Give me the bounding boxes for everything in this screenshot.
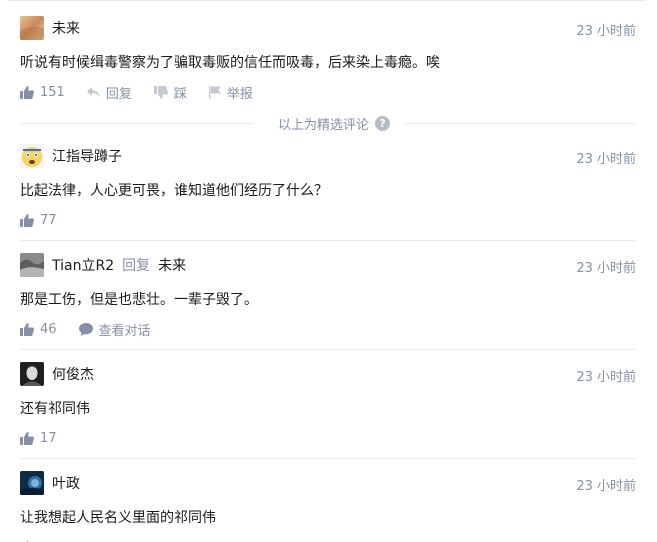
avatar[interactable] xyxy=(20,362,44,386)
like-button[interactable]: 46 xyxy=(20,322,57,337)
timestamp: 23 小时前 xyxy=(576,152,636,167)
timestamp: 23 小时前 xyxy=(576,24,636,39)
comment-divider xyxy=(20,349,636,350)
view-conversation-label: 查看对话 xyxy=(98,323,151,339)
reply-label: 回复 xyxy=(105,86,132,102)
comment-text: 比起法律，人心更可畏，谁知道他们经历了什么？ xyxy=(20,183,328,199)
flag-icon xyxy=(208,85,221,99)
author-name[interactable]: Tian立R2 xyxy=(52,255,114,275)
like-count: 46 xyxy=(40,321,57,337)
reply-arrow-icon xyxy=(86,86,100,98)
like-button[interactable]: 17 xyxy=(20,431,57,446)
dislike-button[interactable]: 踩 xyxy=(153,83,187,102)
timestamp: 23 小时前 xyxy=(576,479,636,494)
avatar[interactable] xyxy=(20,144,44,168)
comment-list: 未来 23 小时前 听说有时候缉毒警察为了骗取毒贩的信任而吸毒，后来染上毒瘾。唉… xyxy=(0,0,657,542)
comment-text: 还有祁同伟 xyxy=(20,401,90,417)
like-count: 17 xyxy=(40,430,57,446)
like-count: 151 xyxy=(40,84,65,100)
timestamp: 23 小时前 xyxy=(576,261,636,276)
reply-indicator: 回复 xyxy=(122,258,151,274)
avatar[interactable] xyxy=(20,253,44,277)
author-name[interactable]: 未来 xyxy=(52,18,80,38)
chat-bubble-icon xyxy=(78,322,93,336)
author-name[interactable]: 叶政 xyxy=(52,473,80,493)
thumb-down-icon xyxy=(153,85,168,99)
timestamp: 23 小时前 xyxy=(576,370,636,385)
help-icon[interactable]: ? xyxy=(375,116,391,131)
report-label: 举报 xyxy=(226,86,253,102)
avatar[interactable] xyxy=(20,471,44,495)
comment-divider xyxy=(20,458,636,459)
author-name[interactable]: 江指导蹲子 xyxy=(52,146,122,166)
author-name[interactable]: 何俊杰 xyxy=(52,364,94,384)
report-button[interactable]: 举报 xyxy=(208,83,253,102)
avatar[interactable] xyxy=(20,16,44,40)
comment-text: 让我想起人民名义里面的祁同伟 xyxy=(20,510,216,526)
featured-comments-divider: 以上为精选评论 ? xyxy=(20,113,636,133)
divider-line-left xyxy=(20,123,253,124)
dislike-label: 踩 xyxy=(173,86,187,102)
comment-divider xyxy=(20,240,636,241)
thumb-up-icon xyxy=(20,85,34,99)
thumb-up-icon xyxy=(20,213,34,227)
like-count: 77 xyxy=(40,212,57,228)
top-divider xyxy=(8,0,645,1)
like-button[interactable]: 77 xyxy=(20,213,57,228)
like-button[interactable]: 151 xyxy=(20,85,65,100)
reply-button[interactable]: 回复 xyxy=(86,83,132,102)
reply-to-author[interactable]: 未来 xyxy=(158,255,186,275)
view-conversation-button[interactable]: 查看对话 xyxy=(78,320,151,339)
thumb-up-icon xyxy=(20,431,34,445)
divider-line-right xyxy=(405,123,636,124)
thumb-up-icon xyxy=(20,322,34,336)
featured-label: 以上为精选评论 xyxy=(278,118,370,133)
comment-text: 那是工伤，但是也悲壮。一辈子毁了。 xyxy=(20,292,258,308)
comment-text: 听说有时候缉毒警察为了骗取毒贩的信任而吸毒，后来染上毒瘾。唉 xyxy=(20,55,440,71)
